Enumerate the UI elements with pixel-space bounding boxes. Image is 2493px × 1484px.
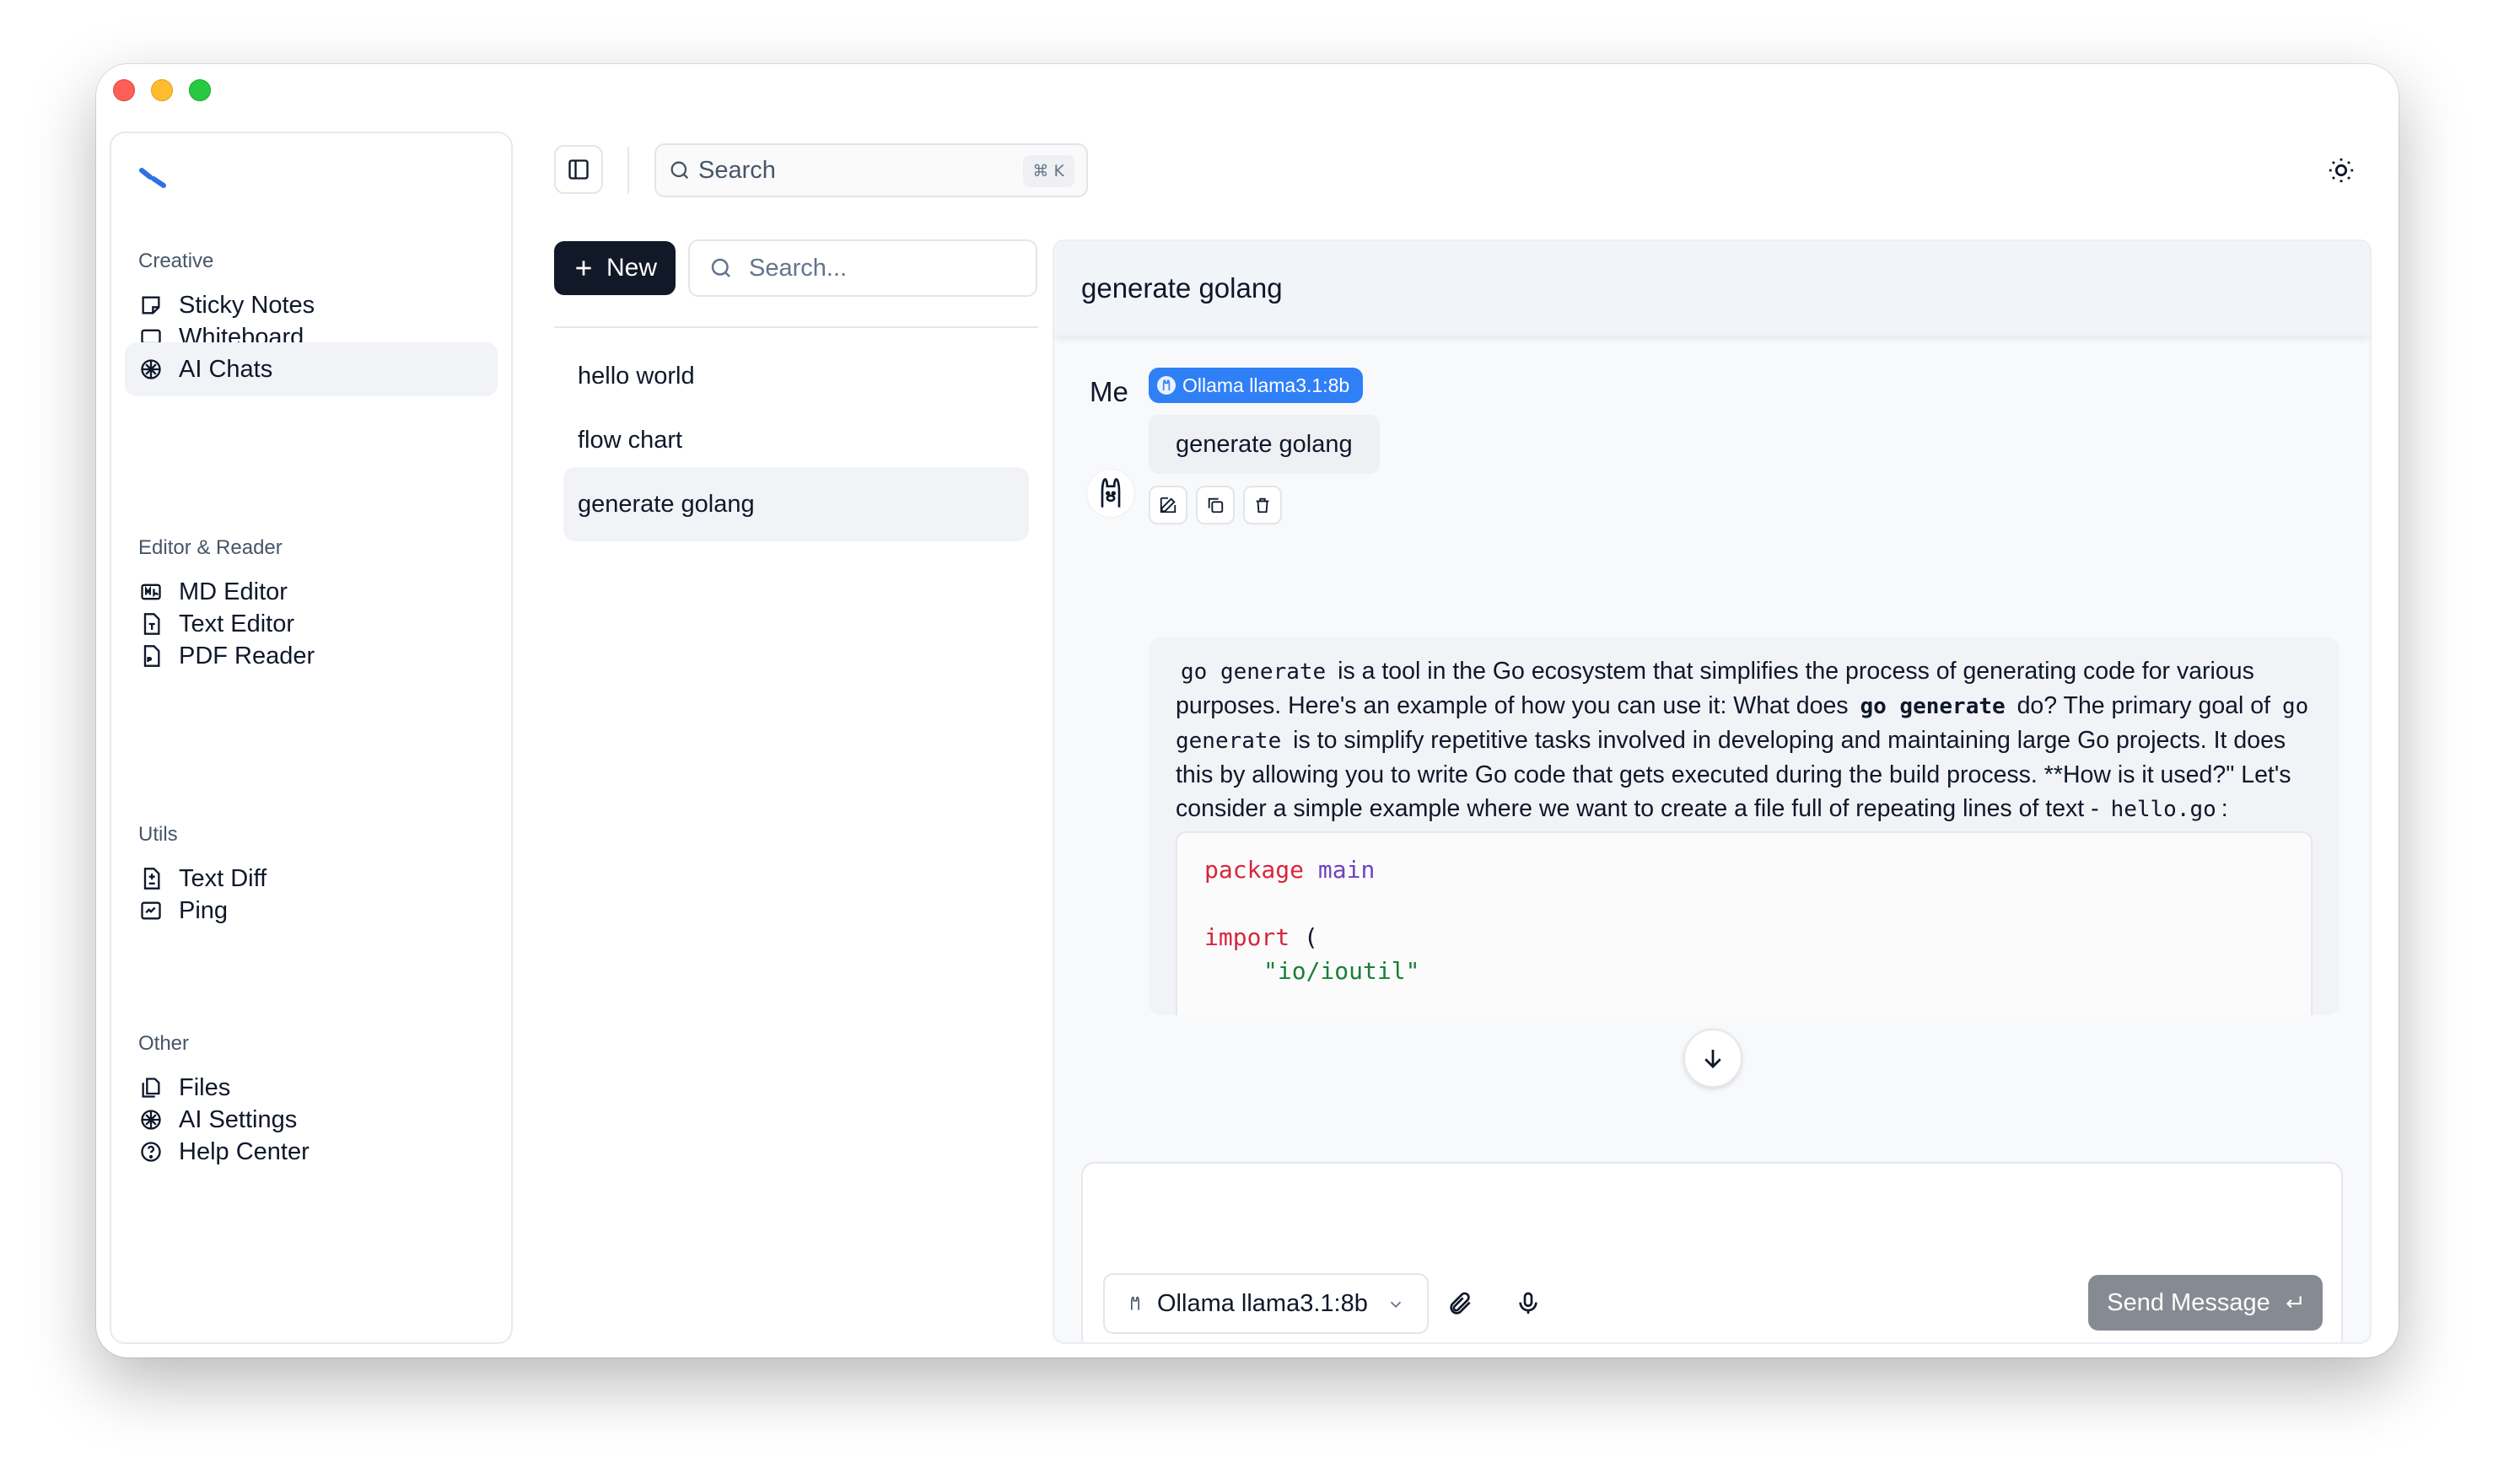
chat-search-input[interactable]: [749, 254, 1019, 282]
code-line: package main: [1204, 853, 2284, 887]
llama-icon: [1157, 376, 1176, 395]
voice-input-button[interactable]: [1511, 1287, 1545, 1320]
pdf-icon: [138, 643, 164, 669]
sidebar-item-ping[interactable]: Ping: [125, 884, 498, 938]
chat-search-field[interactable]: [688, 239, 1037, 297]
attach-file-button[interactable]: [1444, 1287, 1478, 1320]
chat-title: generate golang: [1054, 241, 2370, 336]
inline-code: go generate: [1181, 659, 1327, 685]
code-package-name: main: [1317, 856, 1376, 884]
minimize-window-button[interactable]: [151, 79, 173, 101]
brain-icon: [138, 357, 164, 382]
sidebar-item-help-center[interactable]: Help Center: [125, 1125, 498, 1179]
section-label-utils: Utils: [138, 823, 178, 846]
chat-list-item[interactable]: flow chart: [563, 403, 1029, 477]
chat-list-item-active[interactable]: generate golang: [563, 467, 1029, 541]
sidebar-item-label: AI Chats: [179, 355, 273, 383]
new-chat-button[interactable]: New: [554, 241, 676, 295]
toggle-sidebar-button[interactable]: [554, 145, 603, 194]
message-text-segment: :: [2221, 795, 2228, 822]
chat-panel: generate golang Me Ollama llama3.1:8b ge…: [1053, 239, 2372, 1344]
message-composer: Ollama llama3.1:8b Send Message: [1081, 1162, 2343, 1342]
search-label: Search: [698, 156, 776, 184]
section-label-creative: Creative: [138, 250, 214, 272]
window-controls: [113, 79, 211, 101]
assistant-message-text: go generate is a tool in the Go ecosyste…: [1176, 654, 2313, 826]
bot-avatar: [1086, 469, 1135, 518]
theme-toggle-button[interactable]: [2323, 152, 2360, 189]
sidebar-item-label: Help Center: [179, 1137, 310, 1165]
model-select-label: Ollama llama3.1:8b: [1157, 1289, 1368, 1317]
send-message-label: Send Message: [2107, 1288, 2270, 1316]
search-icon: [711, 258, 730, 277]
code-keyword: import: [1204, 923, 1290, 951]
code-keyword: package: [1204, 856, 1305, 884]
chat-list-item[interactable]: hello world: [563, 339, 1029, 413]
model-badge: Ollama llama3.1:8b: [1149, 368, 1364, 403]
sidebar-item-ai-chats[interactable]: AI Chats: [125, 342, 498, 396]
search-shortcut-badge: ⌘ K: [1022, 155, 1074, 187]
edit-icon: [1160, 497, 1177, 513]
llama-icon: [1101, 477, 1121, 508]
message-input[interactable]: [1100, 1179, 2323, 1263]
sidebar-toggle-icon: [568, 159, 589, 180]
close-window-button[interactable]: [113, 79, 135, 101]
sidebar-item-label: Ping: [179, 896, 229, 924]
inline-code: hello.go: [2110, 797, 2216, 822]
model-badge-label: Ollama llama3.1:8b: [1182, 374, 1350, 396]
app-logo-icon: [139, 168, 166, 188]
chatlist-divider: [554, 326, 1038, 328]
global-search-button[interactable]: Search ⌘ K: [654, 143, 1088, 197]
inline-code: go generate: [1860, 694, 2006, 719]
scroll-to-bottom-button[interactable]: [1683, 1029, 1742, 1088]
model-select[interactable]: Ollama llama3.1:8b: [1103, 1273, 1429, 1334]
enter-key-icon: [2286, 1296, 2302, 1309]
user-label: Me: [1090, 376, 1128, 407]
code-line: import (: [1204, 921, 2284, 954]
microphone-icon: [1519, 1292, 1537, 1314]
assistant-message: go generate is a tool in the Go ecosyste…: [1149, 637, 2340, 1015]
sidebar: Creative Sticky Notes Whiteboard AI Chat…: [110, 132, 513, 1344]
code-string: "io/ioutil": [1263, 957, 1420, 985]
copy-message-button[interactable]: [1196, 486, 1235, 524]
llama-icon: [1131, 1296, 1139, 1310]
ping-icon: [138, 898, 164, 923]
section-label-other: Other: [138, 1032, 190, 1055]
edit-message-button[interactable]: [1149, 486, 1187, 524]
help-icon: [138, 1139, 164, 1164]
trash-icon: [1256, 497, 1269, 513]
arrow-down-icon: [1704, 1050, 1721, 1068]
code-block: package main import ( "io/ioutil": [1176, 831, 2313, 1015]
code-line: "io/ioutil": [1204, 954, 2284, 988]
sidebar-item-pdf-reader[interactable]: PDF Reader: [125, 629, 498, 683]
plus-icon: [576, 261, 591, 276]
search-icon: [670, 161, 689, 180]
copy-icon: [1208, 497, 1224, 513]
chevron-down-icon: [1390, 1301, 1402, 1309]
paperclip-icon: [1450, 1292, 1471, 1315]
send-message-button[interactable]: Send Message: [2088, 1275, 2323, 1331]
section-label-editor-reader: Editor & Reader: [138, 536, 283, 559]
sidebar-item-label: PDF Reader: [179, 642, 315, 669]
message-actions: [1149, 486, 1282, 524]
toolbar-divider: [627, 147, 629, 194]
user-message-bubble: generate golang: [1149, 415, 1380, 474]
message-text-segment: do? The primary goal of: [2010, 692, 2277, 719]
sun-icon: [2329, 158, 2354, 183]
maximize-window-button[interactable]: [189, 79, 211, 101]
app-window: Creative Sticky Notes Whiteboard AI Chat…: [96, 64, 2399, 1358]
new-chat-label: New: [606, 254, 657, 282]
delete-message-button[interactable]: [1243, 486, 1282, 524]
code-punctuation: (: [1304, 923, 1318, 951]
